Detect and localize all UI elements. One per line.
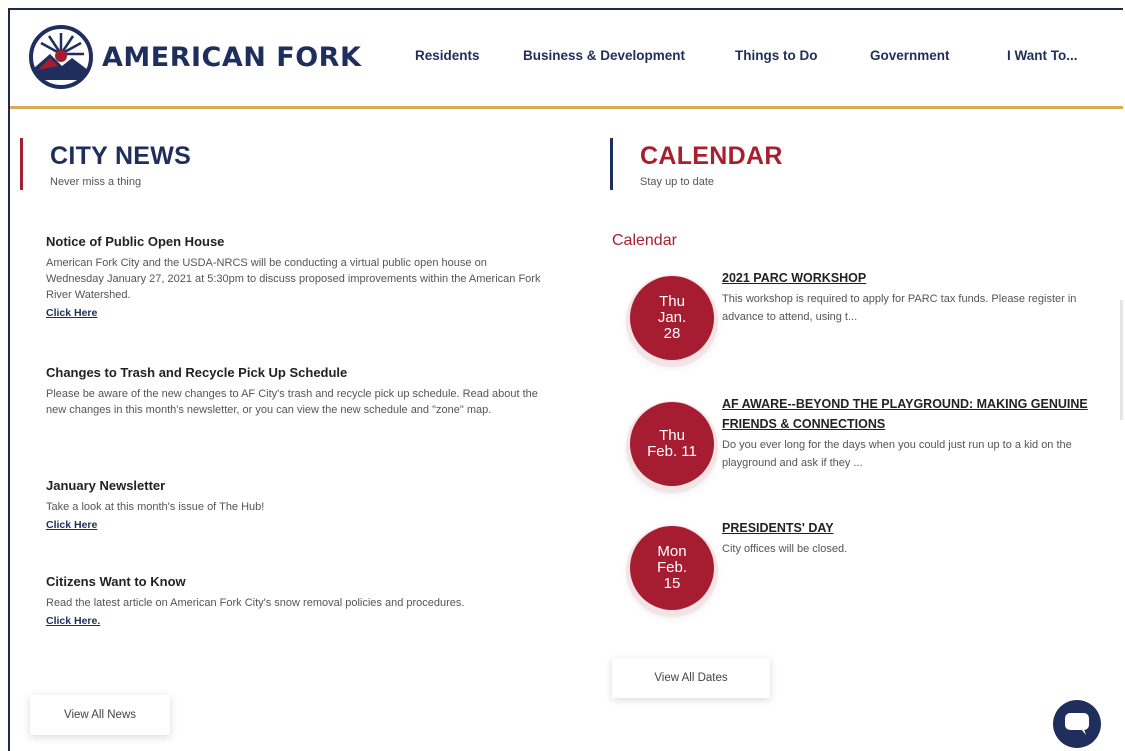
event-title[interactable]: 2021 PARC WORKSHOP xyxy=(722,268,1100,288)
event-month: Jan. xyxy=(657,309,687,326)
event-text: PRESIDENTS' DAY City offices will be clo… xyxy=(722,518,1100,558)
calendar-event: Thu Feb. 11 AF AWARE--BEYOND THE PLAYGRO… xyxy=(630,397,1110,492)
news-item-title[interactable]: Changes to Trash and Recycle Pick Up Sch… xyxy=(46,365,546,380)
page-frame: AMERICAN FORK Residents Business & Devel… xyxy=(8,8,1123,751)
calendar-accent-bar xyxy=(610,138,613,190)
chat-bubble-icon xyxy=(1065,713,1089,735)
event-title[interactable]: PRESIDENTS' DAY xyxy=(722,518,1100,538)
calendar-heading: Calendar xyxy=(612,232,677,249)
news-item-title[interactable]: Notice of Public Open House xyxy=(46,234,546,249)
view-all-news-button[interactable]: View All News xyxy=(30,695,170,735)
nav-i-want-to[interactable]: I Want To... xyxy=(1007,48,1078,63)
event-date: 28 xyxy=(663,325,681,342)
nav-things-to-do[interactable]: Things to Do xyxy=(735,48,817,63)
news-item-link[interactable]: Click Here xyxy=(46,519,97,531)
nav-government[interactable]: Government xyxy=(870,48,950,63)
news-accent-bar xyxy=(20,138,23,190)
calendar-section-title: CALENDAR xyxy=(640,142,783,170)
news-item-link[interactable]: Click Here xyxy=(46,307,97,319)
news-item-body: Read the latest article on American Fork… xyxy=(46,597,465,609)
news-item: January Newsletter Take a look at this m… xyxy=(46,478,546,533)
news-item-title[interactable]: January Newsletter xyxy=(46,478,546,493)
event-text: AF AWARE--BEYOND THE PLAYGROUND: MAKING … xyxy=(722,394,1100,472)
news-item: Citizens Want to Know Read the latest ar… xyxy=(46,574,546,629)
calendar-event: Thu Jan. 28 2021 PARC WORKSHOP This work… xyxy=(630,271,1110,366)
event-day: Thu xyxy=(659,427,685,444)
news-item-link[interactable]: Click Here. xyxy=(46,615,100,627)
news-item-body: American Fork City and the USDA-NRCS wil… xyxy=(46,257,541,301)
event-day: Thu xyxy=(659,293,685,310)
logo-text: AMERICAN FORK xyxy=(102,41,362,73)
calendar-section-subtitle: Stay up to date xyxy=(640,176,714,188)
event-text: 2021 PARC WORKSHOP This workshop is requ… xyxy=(722,268,1100,326)
view-all-dates-button[interactable]: View All Dates xyxy=(612,658,770,698)
event-description: Do you ever long for the days when you c… xyxy=(722,439,1072,469)
event-date-badge: Mon Feb. 15 xyxy=(630,526,714,610)
scrollbar[interactable] xyxy=(1120,300,1123,420)
chat-button[interactable] xyxy=(1053,700,1101,748)
event-title[interactable]: AF AWARE--BEYOND THE PLAYGROUND: MAKING … xyxy=(722,394,1100,434)
site-logo[interactable]: AMERICAN FORK xyxy=(28,24,361,90)
event-month: Feb. xyxy=(656,559,687,576)
news-item-title[interactable]: Citizens Want to Know xyxy=(46,574,546,589)
calendar-event: Mon Feb. 15 PRESIDENTS' DAY City offices… xyxy=(630,521,1110,616)
news-item: Notice of Public Open House American For… xyxy=(46,234,546,321)
event-description: City offices will be closed. xyxy=(722,543,848,555)
news-section-subtitle: Never miss a thing xyxy=(50,176,142,188)
event-day: Mon xyxy=(657,543,687,560)
site-header: AMERICAN FORK Residents Business & Devel… xyxy=(10,10,1123,109)
event-date: 15 xyxy=(663,575,681,592)
news-section-title: CITY NEWS xyxy=(50,142,192,170)
event-date-badge: Thu Feb. 11 xyxy=(630,402,714,486)
news-item: Changes to Trash and Recycle Pick Up Sch… xyxy=(46,365,546,418)
news-item-body: Take a look at this month's issue of The… xyxy=(46,501,265,513)
nav-business-development[interactable]: Business & Development xyxy=(523,48,685,63)
event-description: This workshop is required to apply for P… xyxy=(722,293,1077,323)
news-item-body: Please be aware of the new changes to AF… xyxy=(46,388,538,416)
american-fork-logo-icon xyxy=(29,25,93,89)
nav-residents[interactable]: Residents xyxy=(415,48,480,63)
event-month: Feb. 11 xyxy=(647,443,697,460)
event-date-badge: Thu Jan. 28 xyxy=(630,276,714,360)
